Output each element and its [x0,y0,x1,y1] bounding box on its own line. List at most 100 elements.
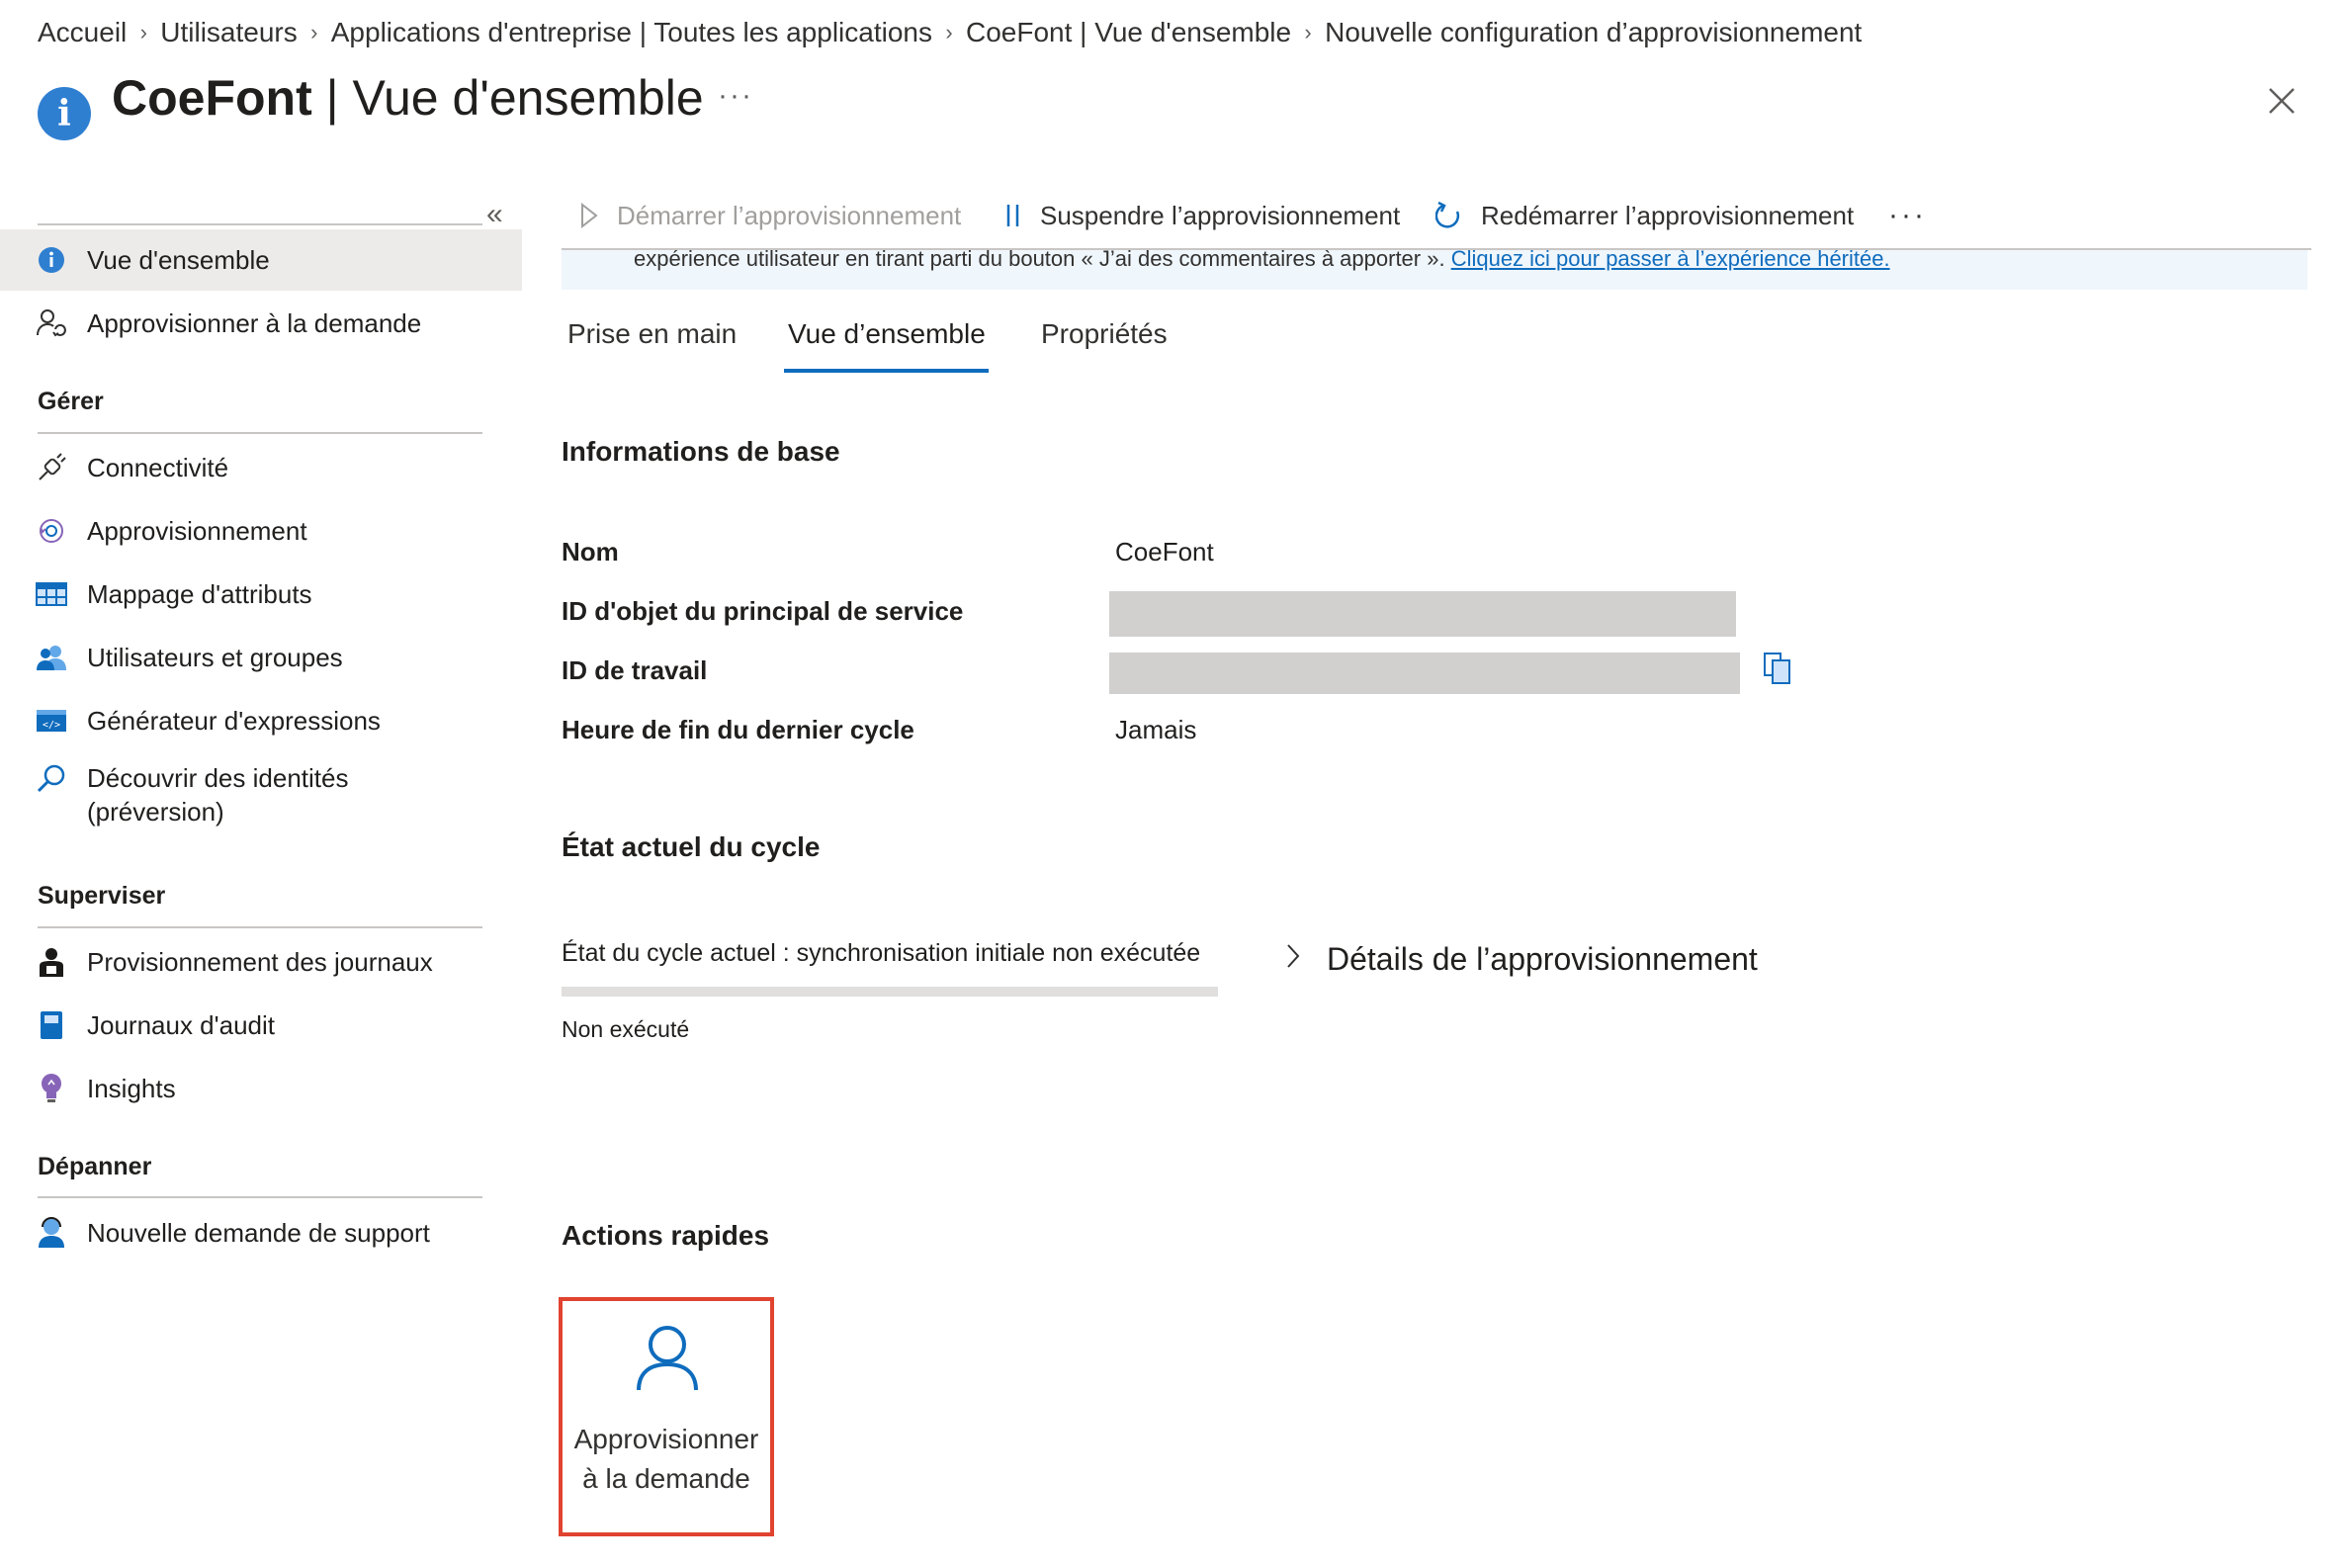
quick-action-label: Approvisionner à la demande [573,1424,759,1494]
chevron-right-icon: › [139,20,147,44]
quick-action-provision-on-demand[interactable]: Approvisionner à la demande [559,1297,774,1536]
start-provisioning-label: Démarrer l’approvisionnement [617,200,962,230]
chevron-right-icon: › [945,20,953,44]
sidebar-item-label: Connectivité [87,453,229,482]
divider [38,223,482,225]
legacy-experience-link[interactable]: Cliquez ici pour passer à l’expérience h… [1451,250,1890,271]
users-icon [36,642,67,673]
banner-text: expérience utilisateur en tirant parti d… [634,250,1451,271]
book-icon [36,1009,67,1041]
cycle-status-value: Non exécuté [562,1016,690,1042]
sidebar-item-label-secondary: (préversion) [87,797,224,827]
sidebar-item-support-request[interactable]: Nouvelle demande de support [0,1202,522,1263]
cycle-progress-bar [562,987,1218,997]
sidebar-section-monitor: Superviser [38,882,166,910]
last-cycle-end-label: Heure de fin du dernier cycle [562,715,914,744]
pause-provisioning-label: Suspendre l’approvisionnement [1040,200,1401,230]
sidebar-item-label: Nouvelle demande de support [87,1218,430,1248]
sidebar-item-provisioning[interactable]: Approvisionnement [0,500,522,562]
feedback-banner: expérience utilisateur en tirant parti d… [562,250,2307,290]
plug-icon [36,452,67,483]
page-title: CoeFont | Vue d'ensemble [112,69,704,127]
name-value: CoeFont [1115,537,1214,566]
sidebar-item-provisioning-logs[interactable]: Provisionnement des journaux [0,931,522,993]
sidebar-item-label: Approvisionner à la demande [87,308,422,338]
sidebar-item-label: Utilisateurs et groupes [87,643,343,672]
more-options-icon[interactable]: ··· [718,79,753,113]
tab-getting-started[interactable]: Prise en main [567,318,737,350]
service-principal-id-value [1109,591,1736,637]
name-label: Nom [562,537,619,566]
user-sync-icon [36,307,67,339]
sidebar-item-discover-identities[interactable]: Découvrir des identités (préversion) [0,761,522,840]
sidebar-item-label: Insights [87,1074,176,1103]
sidebar-item-attribute-mapping[interactable]: Mappage d'attributs [0,564,522,625]
sidebar-item-provision-on-demand[interactable]: Approvisionner à la demande [0,293,522,354]
restart-provisioning-label: Redémarrer l’approvisionnement [1481,200,1855,230]
sidebar-section-troubleshoot: Dépanner [38,1153,152,1180]
collapse-sidebar-icon[interactable]: « [486,198,503,231]
provisioning-details-link[interactable]: Détails de l’approvisionnement [1285,941,1758,978]
provisioning-details-label: Détails de l’approvisionnement [1327,941,1758,977]
breadcrumb-enterprise-apps[interactable]: Applications d'entreprise | Toutes les a… [331,17,932,48]
divider [38,432,482,434]
info-icon: i [38,87,91,140]
cycle-status-line: État du cycle actuel : synchronisation i… [562,939,1201,967]
sidebar-item-label: Mappage d'attributs [87,579,312,609]
sidebar-item-users-groups[interactable]: Utilisateurs et groupes [0,627,522,688]
sidebar-item-label: Vue d'ensemble [87,245,270,275]
pause-icon [1004,202,1022,229]
sidebar-item-audit-logs[interactable]: Journaux d'audit [0,995,522,1056]
tab-overview[interactable]: Vue d’ensemble [788,318,986,350]
start-provisioning-button[interactable]: Démarrer l’approvisionnement [579,196,961,235]
search-icon [36,763,67,795]
breadcrumb-current[interactable]: Nouvelle configuration d’approvisionneme… [1325,17,1862,48]
divider [38,926,482,928]
user-log-icon [36,946,67,978]
sidebar-item-insights[interactable]: Insights [0,1058,522,1119]
play-icon [579,202,599,229]
svg-text:</>: </> [43,720,60,731]
current-cycle-heading: État actuel du cycle [562,831,821,862]
sidebar-item-label: Générateur d'expressions [87,706,381,736]
sidebar-item-label: Journaux d'audit [87,1010,275,1040]
lightbulb-icon [36,1073,67,1104]
restart-provisioning-button[interactable]: Redémarrer l’approvisionnement [1435,196,1854,235]
restart-icon [1435,200,1463,231]
breadcrumb: Accueil › Utilisateurs › Applications d'… [38,14,1862,51]
page-title-app: CoeFont [112,70,312,126]
sidebar-item-connectivity[interactable]: Connectivité [0,437,522,498]
sidebar-section-manage: Gérer [38,388,104,415]
breadcrumb-home[interactable]: Accueil [38,17,127,48]
divider [38,1196,482,1198]
sidebar-item-expression-builder[interactable]: </> Générateur d'expressions [0,690,522,751]
close-icon[interactable] [2262,81,2302,121]
info-icon [36,244,67,276]
chevron-right-icon: › [1304,20,1312,44]
sidebar-item-label: Approvisionnement [87,516,307,546]
support-icon [36,1217,67,1249]
pause-provisioning-button[interactable]: Suspendre l’approvisionnement [1004,196,1400,235]
chevron-right-icon: › [310,20,318,44]
chevron-right-icon [1285,941,1301,978]
job-id-label: ID de travail [562,655,708,685]
breadcrumb-users[interactable]: Utilisateurs [160,17,297,48]
basic-info-heading: Informations de base [562,436,840,467]
job-id-value [1109,653,1740,694]
tab-properties[interactable]: Propriétés [1041,318,1168,350]
sidebar-item-label: Provisionnement des journaux [87,947,433,977]
code-icon: </> [36,705,67,737]
service-principal-id-label: ID d'objet du principal de service [562,596,964,626]
copy-icon[interactable] [1762,651,1793,686]
page-title-suffix: | Vue d'ensemble [311,70,704,126]
toolbar-more-icon[interactable]: ··· [1888,196,1927,235]
sidebar-item-label: Découvrir des identités [87,763,349,793]
user-icon [637,1326,698,1391]
table-icon [36,578,67,610]
active-tab-indicator [784,369,989,373]
quick-actions-heading: Actions rapides [562,1220,770,1251]
breadcrumb-app-overview[interactable]: CoeFont | Vue d'ensemble [966,17,1291,48]
sync-icon [36,515,67,547]
last-cycle-end-value: Jamais [1115,715,1197,744]
sidebar-item-overview[interactable]: Vue d'ensemble [0,229,522,291]
